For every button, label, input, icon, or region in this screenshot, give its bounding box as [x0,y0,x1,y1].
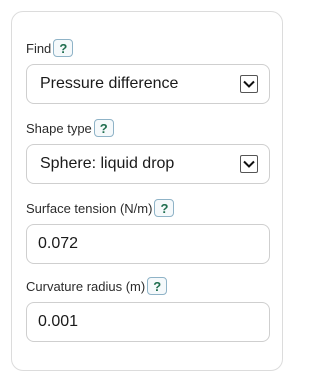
shape-type-label: Shape type [26,120,92,136]
find-select[interactable]: Pressure difference [26,64,270,104]
surface-tension-help-button[interactable]: ? [154,199,175,217]
curvature-radius-label-row: Curvature radius (m) ? [26,277,168,295]
surface-tension-input[interactable] [27,234,269,254]
curvature-radius-help-button[interactable]: ? [147,277,168,295]
curvature-radius-input-box[interactable] [26,302,270,342]
find-label-row: Find ? [26,39,74,57]
shape-type-select[interactable]: Sphere: liquid drop [26,144,270,184]
find-select-value: Pressure difference [40,75,179,92]
calculator-card: Find ? Pressure difference Shape type ? … [11,11,283,371]
shape-type-help-button[interactable]: ? [93,119,114,137]
chevron-down-icon[interactable] [240,75,258,93]
surface-tension-label: Surface tension (N/m) [26,200,153,216]
curvature-radius-label: Curvature radius (m) [26,278,146,294]
surface-tension-label-row: Surface tension (N/m) ? [26,199,175,217]
chevron-down-icon[interactable] [240,155,258,173]
shape-type-label-row: Shape type ? [26,119,114,137]
find-label: Find [26,40,52,56]
curvature-radius-input[interactable] [27,312,269,332]
find-help-button[interactable]: ? [53,39,74,57]
shape-type-select-value: Sphere: liquid drop [40,155,175,172]
surface-tension-input-box[interactable] [26,224,270,264]
